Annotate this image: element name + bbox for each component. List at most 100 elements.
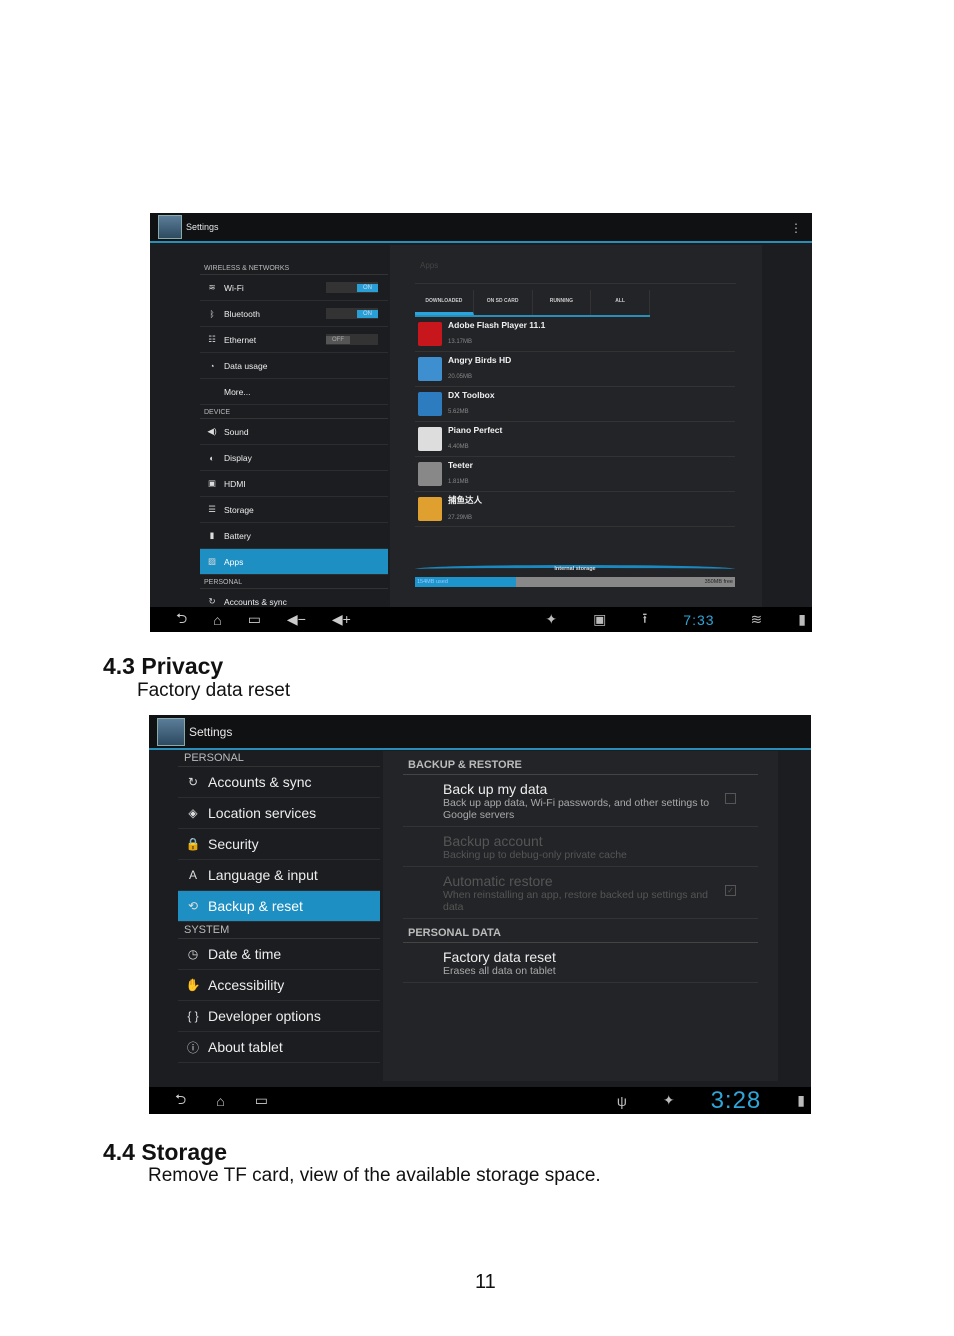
sidebar-item-label: Security — [208, 836, 259, 852]
tab-all[interactable]: ALL — [591, 290, 650, 315]
sidebar-item-developer-options[interactable]: { } Developer options — [178, 1001, 380, 1032]
back-icon[interactable]: ⮌ — [176, 608, 187, 632]
volume-down-icon[interactable]: ◀− — [287, 611, 306, 628]
settings-sidebar: PERSONAL ↻ Accounts & sync ◈ Location servic… — [178, 750, 380, 1063]
sidebar-item-ethernet[interactable]: ☷ Ethernet OFF — [200, 327, 388, 353]
sidebar-item-more-[interactable]: More... — [200, 379, 388, 405]
overflow-menu-icon[interactable]: ⋮ — [790, 221, 802, 235]
section-subtitle-privacy: Factory data reset — [137, 680, 291, 701]
toggle-switch[interactable]: ON — [326, 282, 378, 293]
app-list-item[interactable]: DX Toolbox 5.62MB — [415, 387, 735, 422]
sidebar-item-apps[interactable]: ▨ Apps — [200, 549, 388, 575]
hdmi-icon: ▣ — [207, 478, 217, 488]
sidebar-item-label: Language & input — [208, 867, 318, 883]
tab-running[interactable]: RUNNING — [533, 290, 592, 315]
page-number: 11 — [475, 1271, 496, 1293]
sidebar-item-security[interactable]: 🔒 Security — [178, 829, 380, 860]
backup-reset-screenshot: Settings PERSONAL ↻ Accounts & sync ◈ Locati… — [149, 715, 811, 1114]
app-info: Teeter 1.81MB — [448, 460, 473, 488]
recent-apps-icon[interactable]: ▭ — [248, 611, 261, 628]
android-debug-icon: ✦ — [662, 1092, 675, 1108]
sidebar-item-label: Developer options — [208, 1008, 321, 1024]
wifi-icon: ≋ — [208, 282, 216, 292]
app-list-item[interactable]: 捕鱼达人 27.29MB — [415, 492, 735, 527]
sidebar-item-backup-reset[interactable]: ⟲ Backup & reset — [178, 891, 380, 922]
tab-on-sd-card[interactable]: ON SD CARD — [474, 290, 533, 315]
hand-icon: ✋ — [185, 978, 201, 992]
sidebar-item-label: Sound — [224, 426, 249, 437]
home-icon[interactable]: ⌂ — [213, 612, 221, 628]
pref-title: Automatic restore — [443, 873, 553, 889]
toggle-state: ON — [357, 309, 378, 318]
app-info: Adobe Flash Player 11.1 13.17MB — [448, 320, 545, 348]
app-info: DX Toolbox 5.62MB — [448, 390, 495, 418]
sidebar-item-label: Wi-Fi — [224, 282, 244, 293]
sidebar-item-display[interactable]: ◐ Display — [200, 445, 388, 471]
app-info: 捕鱼达人 27.29MB — [448, 494, 482, 524]
status-area: ψ ✦ 3:28 ▮ — [591, 1087, 805, 1115]
app-size: 20.05MB — [448, 374, 473, 380]
brightness-icon: ◐ — [209, 452, 215, 463]
clock: 7:33 — [683, 611, 715, 628]
sidebar-item-label: Apps — [224, 556, 244, 567]
android-notification-icon: ✦ — [545, 611, 558, 627]
sidebar-item-accounts-sync[interactable]: ↻ Accounts & sync — [178, 767, 380, 798]
app-filter-tabs: DOWNLOADED ON SD CARD RUNNING ALL — [415, 290, 650, 317]
system-nav-bar: ⮌ ⌂ ▭ ψ ✦ 3:28 ▮ — [149, 1087, 811, 1114]
sidebar-item-about-tablet[interactable]: ⓘ About tablet — [178, 1032, 380, 1063]
sidebar-item-label: Bluetooth — [224, 308, 260, 319]
storage-label: Internal storage — [554, 566, 596, 572]
app-list-item[interactable]: Adobe Flash Player 11.1 13.17MB — [415, 317, 735, 352]
sidebar-item-wi-fi[interactable]: ≋ Wi-Fi ON — [200, 275, 388, 301]
app-icon — [418, 427, 442, 451]
pref-backup-account: Backup account Backing up to debug-only p… — [403, 827, 758, 867]
sidebar-item-data-usage[interactable]: ◔ Data usage — [200, 353, 388, 379]
sidebar-item-date-time[interactable]: ◷ Date & time — [178, 939, 380, 970]
app-list-item[interactable]: Teeter 1.81MB — [415, 457, 735, 492]
sidebar-item-accessibility[interactable]: ✋ Accessibility — [178, 970, 380, 1001]
storage-used-fill: 154MB used — [415, 577, 517, 587]
sidebar-item-label: Accessibility — [208, 977, 285, 993]
back-icon[interactable]: ⮌ — [175, 1089, 186, 1113]
settings-app-icon — [157, 717, 185, 746]
pref-back-up-my-data[interactable]: Back up my data Back up app data, Wi-Fi p… — [403, 775, 758, 827]
checkbox[interactable] — [725, 793, 736, 804]
app-size: 5.62MB — [448, 409, 469, 415]
backup-reset-panel: BACKUP & RESTORE Back up my data Back up a… — [383, 751, 778, 1081]
sidebar-section-header: PERSONAL — [200, 575, 388, 589]
pref-summary: Back up app data, Wi-Fi passwords, and o… — [443, 797, 710, 821]
sidebar-item-battery[interactable]: ▮ Battery — [200, 523, 388, 549]
app-name: 捕鱼达人 — [448, 495, 483, 505]
tab-downloaded[interactable]: DOWNLOADED — [415, 290, 474, 315]
sidebar-item-label: Accounts & sync — [208, 774, 312, 790]
sidebar-item-hdmi[interactable]: ▣ HDMI — [200, 471, 388, 497]
recent-apps-icon[interactable]: ▭ — [255, 1092, 268, 1109]
location-icon: ◈ — [188, 806, 198, 820]
sidebar-item-label: About tablet — [208, 1039, 283, 1055]
usb-icon: ψ — [616, 1092, 627, 1109]
app-list-item[interactable]: Angry Birds HD 20.05MB — [415, 352, 735, 387]
sidebar-item-label: Battery — [224, 530, 251, 541]
volume-up-icon[interactable]: ◀+ — [332, 611, 351, 628]
app-icon — [418, 357, 442, 381]
storage-used: 154MB used — [417, 579, 448, 585]
pref-summary: When reinstalling an app, restore backed… — [443, 889, 708, 913]
ethernet-icon: ☷ — [208, 334, 216, 344]
pref-summary: Erases all data on tablet — [443, 965, 556, 977]
checkbox[interactable]: ✓ — [725, 885, 736, 896]
home-icon[interactable]: ⌂ — [216, 1093, 224, 1109]
pref-title: Factory data reset — [443, 949, 556, 965]
toggle-switch[interactable]: OFF — [326, 334, 378, 345]
sidebar-item-storage[interactable]: ☰ Storage — [200, 497, 388, 523]
backup-icon: ⟲ — [187, 899, 199, 913]
pref-factory-data-reset[interactable]: Factory data reset Erases all data on tab… — [403, 943, 758, 983]
app-list-item[interactable]: Piano Perfect 4.40MB — [415, 422, 735, 457]
app-size: 13.17MB — [448, 339, 473, 345]
app-icon — [418, 392, 442, 416]
sidebar-item-sound[interactable]: ◀) Sound — [200, 419, 388, 445]
sidebar-item-location-services[interactable]: ◈ Location services — [178, 798, 380, 829]
sidebar-item-bluetooth[interactable]: ᛒ Bluetooth ON — [200, 301, 388, 327]
toggle-switch[interactable]: ON — [326, 308, 378, 319]
app-name: Adobe Flash Player 11.1 — [448, 320, 546, 330]
sidebar-item-language-input[interactable]: A Language & input — [178, 860, 380, 891]
